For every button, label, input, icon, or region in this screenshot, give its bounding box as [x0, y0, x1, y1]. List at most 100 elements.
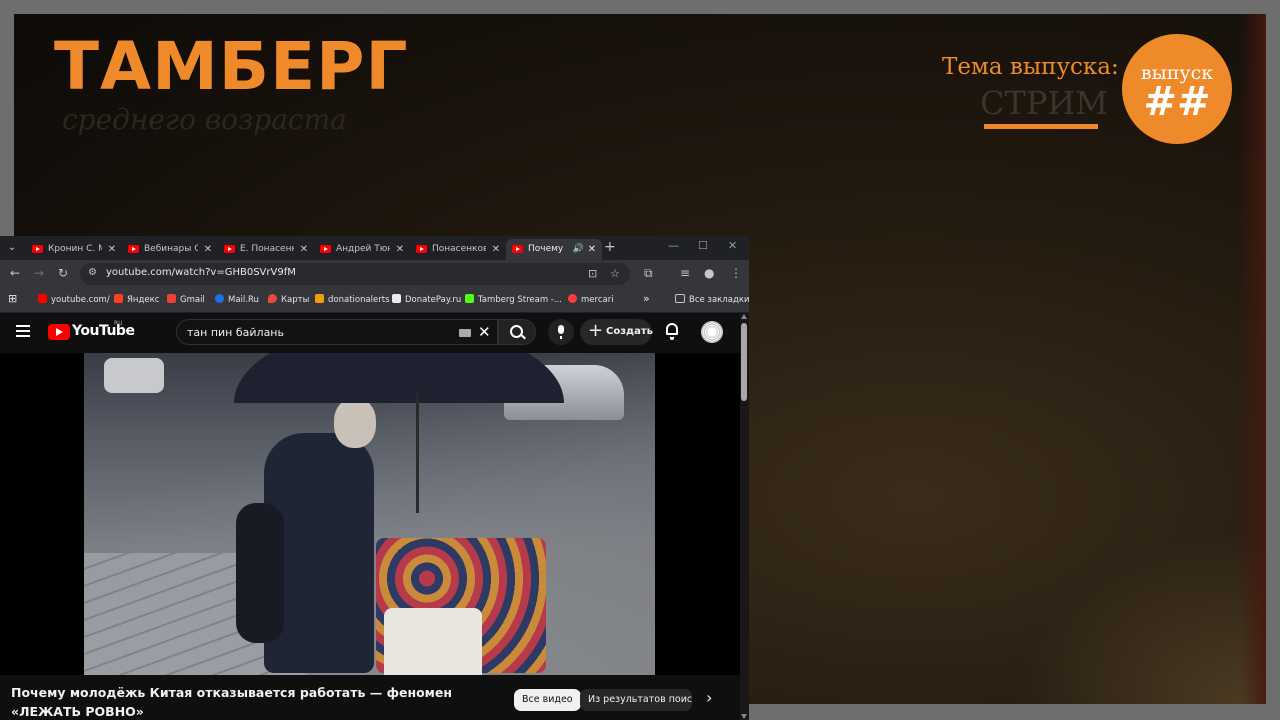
- apps-grid-icon[interactable]: ⊞: [8, 292, 17, 305]
- bookmark-maps[interactable]: Карты: [268, 294, 309, 305]
- video-scene-car: [104, 358, 164, 393]
- browser-window: ⌄ Кронин С. М ✕ Вебинары С ✕ Е. Понасенк…: [0, 236, 749, 720]
- tab-close-icon[interactable]: ✕: [492, 239, 500, 260]
- tab-label: Кронин С. М: [48, 244, 102, 254]
- tab-label: Е. Понасенк: [240, 244, 294, 254]
- microphone-icon: [558, 325, 564, 339]
- youtube-favicon-icon: [416, 245, 427, 253]
- all-bookmarks-folder[interactable]: Все закладки: [675, 294, 749, 305]
- chip-from-search[interactable]: Из результатов поиска: [580, 689, 692, 711]
- youtube-wordmark[interactable]: YouTube: [72, 323, 135, 339]
- folder-icon: [675, 294, 685, 303]
- url-text[interactable]: youtube.com/watch?v=GHB0SVrV9fM: [106, 267, 296, 278]
- bookmark-donationalerts[interactable]: donationalerts: [315, 294, 390, 305]
- tab-close-icon[interactable]: ✕: [396, 239, 404, 260]
- tab-close-icon[interactable]: ✕: [588, 239, 596, 260]
- chevron-right-icon[interactable]: ›: [706, 688, 712, 707]
- speaker-icon[interactable]: 🔊: [573, 239, 584, 260]
- youtube-logo-icon[interactable]: [48, 324, 70, 340]
- bookmarks-bar: ⊞ youtube.com/ Яндекс Gmail Mail.Ru Карт…: [0, 288, 749, 313]
- youtube-favicon-icon: [32, 245, 43, 253]
- episode-badge: выпуск ##: [1122, 34, 1232, 144]
- bookmark-label: Все закладки: [689, 295, 749, 305]
- bookmark-tamberg-stream[interactable]: Tamberg Stream -...: [465, 294, 562, 305]
- background-curtain-edge: [1240, 14, 1266, 704]
- video-player[interactable]: [0, 353, 740, 675]
- bookmark-label: donationalerts: [328, 295, 390, 305]
- bookmark-label: Mail.Ru: [228, 295, 259, 305]
- site-info-icon[interactable]: ⚙: [88, 267, 97, 278]
- episode-badge-number: ##: [1143, 78, 1211, 125]
- tab-6-active[interactable]: Почему 🔊 ✕: [506, 239, 602, 260]
- bookmarks-overflow-icon[interactable]: »: [643, 292, 650, 305]
- hamburger-menu-icon[interactable]: [16, 325, 30, 337]
- bookmark-youtube[interactable]: youtube.com/: [38, 294, 110, 305]
- youtube-favicon-icon: [512, 245, 523, 253]
- scroll-up-icon[interactable]: [741, 314, 747, 319]
- tab-label: Почему: [528, 244, 564, 254]
- new-tab-plus-icon[interactable]: +: [604, 239, 616, 255]
- tab-label: Андрей Тюн: [336, 244, 390, 254]
- map-pin-icon: [268, 294, 277, 303]
- bookmark-gmail[interactable]: Gmail: [167, 294, 205, 305]
- tab-1[interactable]: Кронин С. М ✕: [26, 239, 122, 260]
- tab-close-icon[interactable]: ✕: [300, 239, 308, 260]
- back-arrow-icon[interactable]: ←: [10, 266, 20, 280]
- mercari-icon: [568, 294, 577, 303]
- close-window-icon[interactable]: ✕: [728, 239, 737, 252]
- video-frame[interactable]: [84, 353, 655, 675]
- video-scene-umbrella-stick: [416, 393, 419, 513]
- scroll-down-icon[interactable]: [741, 714, 747, 719]
- bookmark-yandex[interactable]: Яндекс: [114, 294, 159, 305]
- video-info-bar: Почему молодёжь Китая отказывается работ…: [0, 675, 740, 720]
- stream-logo-subtitle: среднего возраста: [62, 103, 347, 136]
- bookmark-mailru[interactable]: Mail.Ru: [215, 294, 259, 305]
- more-menu-icon[interactable]: ⋮: [730, 266, 742, 280]
- video-title: Почему молодёжь Китая отказывается работ…: [11, 685, 453, 719]
- notifications-bell-icon[interactable]: [666, 323, 678, 340]
- maximize-icon[interactable]: ☐: [698, 239, 708, 252]
- donatepay-icon: [392, 294, 401, 303]
- voice-search-button[interactable]: [548, 319, 574, 345]
- tab-4[interactable]: Андрей Тюн ✕: [314, 239, 410, 260]
- tab-close-icon[interactable]: ✕: [204, 239, 212, 260]
- kick-icon: [465, 294, 474, 303]
- search-query[interactable]: тан пин байлань: [187, 326, 284, 339]
- tab-5[interactable]: Понасенков ✕: [410, 239, 506, 260]
- reload-icon[interactable]: ↻: [58, 266, 68, 280]
- donationalerts-icon: [315, 294, 324, 303]
- video-scene-backpack: [236, 503, 284, 643]
- tab-label: Понасенков: [432, 244, 486, 254]
- avatar[interactable]: [701, 321, 723, 343]
- keyboard-icon[interactable]: [459, 329, 471, 337]
- bookmark-donatepay[interactable]: DonatePay.ru: [392, 294, 461, 305]
- clear-search-icon[interactable]: ✕: [478, 323, 491, 341]
- extensions-puzzle-icon[interactable]: ⧉: [644, 266, 653, 281]
- forward-arrow-icon[interactable]: →: [34, 266, 44, 280]
- omnibox[interactable]: ⚙ youtube.com/watch?v=GHB0SVrV9fM ⊡ ☆: [80, 263, 630, 285]
- bookmark-star-icon[interactable]: ☆: [610, 267, 620, 280]
- tab-2[interactable]: Вебинары С ✕: [122, 239, 218, 260]
- chip-all-videos[interactable]: Все видео: [514, 689, 581, 711]
- youtube-icon: [38, 294, 47, 303]
- tab-3[interactable]: Е. Понасенк ✕: [218, 239, 314, 260]
- install-app-icon[interactable]: ⊡: [588, 267, 597, 280]
- page-scrollbar[interactable]: [740, 313, 749, 720]
- theme-underline: [984, 124, 1098, 129]
- minimize-icon[interactable]: —: [668, 239, 679, 252]
- tab-close-icon[interactable]: ✕: [108, 239, 116, 260]
- create-button[interactable]: + Создать: [580, 319, 653, 345]
- media-control-icon[interactable]: ≡: [680, 266, 690, 280]
- bookmark-mercari[interactable]: mercari: [568, 294, 614, 305]
- profile-icon[interactable]: ●: [704, 266, 714, 280]
- bookmark-label: Карты: [281, 295, 310, 305]
- scrollbar-thumb[interactable]: [741, 323, 747, 401]
- search-button[interactable]: [498, 319, 536, 345]
- bookmark-label: Яндекс: [127, 295, 160, 305]
- tab-search-chevron-icon[interactable]: ⌄: [4, 240, 20, 256]
- episode-theme-value: СТРИМ: [980, 84, 1109, 122]
- youtube-favicon-icon: [320, 245, 331, 253]
- tab-strip: ⌄ Кронин С. М ✕ Вебинары С ✕ Е. Понасенк…: [0, 236, 749, 260]
- youtube-favicon-icon: [224, 245, 235, 253]
- youtube-search-input[interactable]: тан пин байлань ✕: [176, 319, 498, 345]
